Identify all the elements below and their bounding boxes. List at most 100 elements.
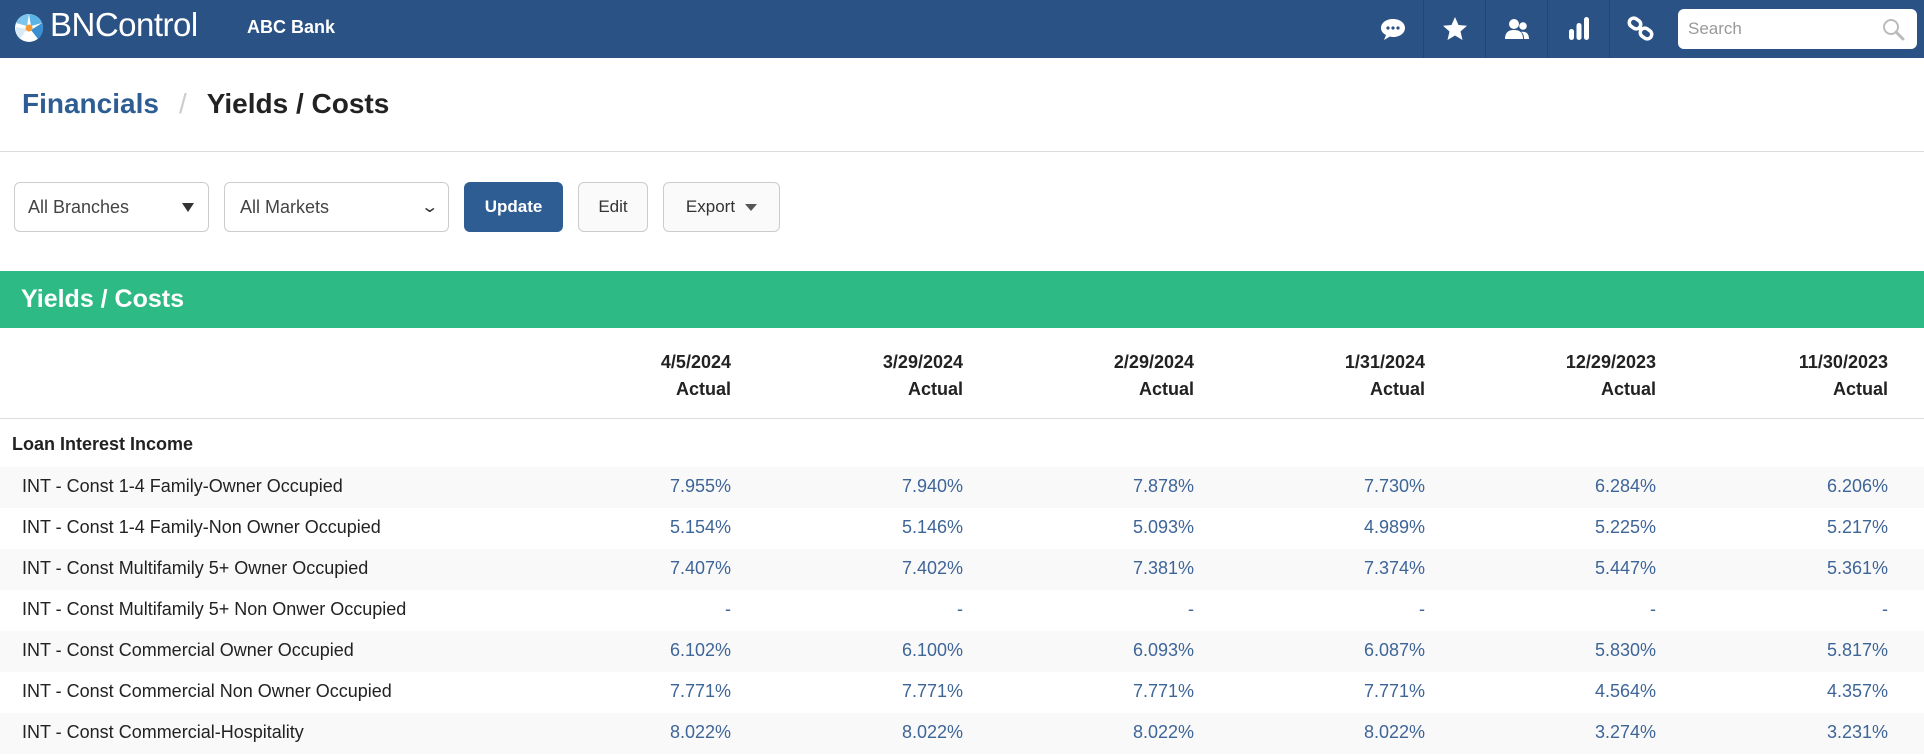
- row-label: INT - Const 1-4 Family-Owner Occupied: [22, 476, 343, 497]
- caret-down-icon: [745, 204, 757, 211]
- chevron-down-icon: ⌄: [420, 197, 439, 217]
- column-header[interactable]: 4/5/2024Actual: [531, 349, 731, 403]
- brand-name[interactable]: BNControl: [50, 6, 198, 44]
- row-value[interactable]: -: [1688, 599, 1888, 620]
- row-value[interactable]: 4.564%: [1456, 681, 1656, 702]
- markets-select[interactable]: All Markets ⌄: [224, 182, 449, 232]
- section-title: Loan Interest Income: [12, 434, 193, 455]
- search-box: [1678, 9, 1917, 49]
- row-value[interactable]: 7.771%: [763, 681, 963, 702]
- table-row: INT - Const Multifamily 5+ Owner Occupie…: [0, 549, 1924, 590]
- breadcrumb-financials-link[interactable]: Financials: [22, 88, 159, 120]
- column-date: 1/31/2024: [1225, 349, 1425, 376]
- row-value[interactable]: 8.022%: [994, 722, 1194, 743]
- chat-icon: [1378, 14, 1408, 44]
- row-value[interactable]: 7.955%: [531, 476, 731, 497]
- row-value[interactable]: 7.374%: [1225, 558, 1425, 579]
- table-header-divider: [0, 418, 1924, 419]
- row-value[interactable]: 6.100%: [763, 640, 963, 661]
- column-date: 12/29/2023: [1456, 349, 1656, 376]
- users-button[interactable]: [1486, 0, 1548, 58]
- row-value[interactable]: 6.093%: [994, 640, 1194, 661]
- panel-header: Yields / Costs: [0, 271, 1924, 328]
- row-value[interactable]: 7.771%: [994, 681, 1194, 702]
- star-icon: [1440, 14, 1470, 44]
- row-value[interactable]: 7.771%: [1225, 681, 1425, 702]
- row-value[interactable]: 3.231%: [1688, 722, 1888, 743]
- column-type: Actual: [763, 376, 963, 403]
- column-type: Actual: [1225, 376, 1425, 403]
- column-header[interactable]: 11/30/2023Actual: [1688, 349, 1888, 403]
- column-header[interactable]: 12/29/2023Actual: [1456, 349, 1656, 403]
- table-row: INT - Const Commercial Owner Occupied 6.1…: [0, 631, 1924, 672]
- row-label: INT - Const Commercial Owner Occupied: [22, 640, 354, 661]
- row-value[interactable]: 8.022%: [531, 722, 731, 743]
- breadcrumb: Financials / Yields / Costs: [22, 88, 389, 120]
- table-row: INT - Const Commercial-Hospitality 8.022%…: [0, 713, 1924, 754]
- row-value[interactable]: 5.217%: [1688, 517, 1888, 538]
- row-value[interactable]: 7.381%: [994, 558, 1194, 579]
- row-value[interactable]: -: [994, 599, 1194, 620]
- column-header[interactable]: 1/31/2024Actual: [1225, 349, 1425, 403]
- caret-down-icon: [182, 203, 194, 212]
- row-value[interactable]: 7.730%: [1225, 476, 1425, 497]
- row-value[interactable]: 5.447%: [1456, 558, 1656, 579]
- row-value[interactable]: 7.402%: [763, 558, 963, 579]
- top-nav-bar: BNControl ABC Bank: [0, 0, 1924, 58]
- row-value[interactable]: 7.771%: [531, 681, 731, 702]
- table-row: INT - Const 1-4 Family-Non Owner Occupie…: [0, 508, 1924, 549]
- row-value[interactable]: 7.878%: [994, 476, 1194, 497]
- branches-select[interactable]: All Branches: [14, 182, 209, 232]
- column-date: 4/5/2024: [531, 349, 731, 376]
- edit-button[interactable]: Edit: [578, 182, 648, 232]
- row-value[interactable]: 8.022%: [763, 722, 963, 743]
- column-type: Actual: [1688, 376, 1888, 403]
- row-value[interactable]: 3.274%: [1456, 722, 1656, 743]
- row-value[interactable]: 6.284%: [1456, 476, 1656, 497]
- breadcrumb-separator: /: [179, 88, 187, 120]
- row-value[interactable]: 4.989%: [1225, 517, 1425, 538]
- link-icon: [1626, 14, 1656, 44]
- row-value[interactable]: 8.022%: [1225, 722, 1425, 743]
- row-value[interactable]: 5.817%: [1688, 640, 1888, 661]
- branches-select-value: All Branches: [28, 197, 129, 218]
- row-value[interactable]: -: [1225, 599, 1425, 620]
- row-value[interactable]: -: [763, 599, 963, 620]
- divider: [0, 151, 1924, 152]
- users-icon: [1502, 14, 1532, 44]
- row-value[interactable]: 5.830%: [1456, 640, 1656, 661]
- row-value[interactable]: 5.154%: [531, 517, 731, 538]
- row-label: INT - Const Multifamily 5+ Non Onwer Occ…: [22, 599, 406, 620]
- bncontrol-logo-icon: [14, 13, 44, 43]
- column-date: 2/29/2024: [994, 349, 1194, 376]
- update-button[interactable]: Update: [464, 182, 563, 232]
- row-label: INT - Const Commercial-Hospitality: [22, 722, 304, 743]
- row-value[interactable]: 6.087%: [1225, 640, 1425, 661]
- row-label: INT - Const 1-4 Family-Non Owner Occupie…: [22, 517, 381, 538]
- search-input[interactable]: [1688, 9, 1868, 49]
- row-value[interactable]: -: [1456, 599, 1656, 620]
- row-label: INT - Const Multifamily 5+ Owner Occupie…: [22, 558, 368, 579]
- row-value[interactable]: 6.102%: [531, 640, 731, 661]
- reports-button[interactable]: [1548, 0, 1610, 58]
- panel-title: Yields / Costs: [21, 285, 184, 314]
- row-value[interactable]: 5.225%: [1456, 517, 1656, 538]
- favorites-button[interactable]: [1424, 0, 1486, 58]
- search-icon[interactable]: [1881, 17, 1905, 41]
- row-value[interactable]: 5.146%: [763, 517, 963, 538]
- column-type: Actual: [531, 376, 731, 403]
- messages-button[interactable]: [1362, 0, 1424, 58]
- row-value[interactable]: 6.206%: [1688, 476, 1888, 497]
- column-header[interactable]: 2/29/2024Actual: [994, 349, 1194, 403]
- row-value[interactable]: -: [531, 599, 731, 620]
- bar-chart-icon: [1564, 14, 1594, 44]
- row-value[interactable]: 7.407%: [531, 558, 731, 579]
- links-button[interactable]: [1610, 0, 1672, 58]
- row-value[interactable]: 5.093%: [994, 517, 1194, 538]
- row-value[interactable]: 5.361%: [1688, 558, 1888, 579]
- markets-select-value: All Markets: [240, 197, 329, 218]
- row-value[interactable]: 7.940%: [763, 476, 963, 497]
- row-value[interactable]: 4.357%: [1688, 681, 1888, 702]
- export-button[interactable]: Export: [663, 182, 780, 232]
- column-header[interactable]: 3/29/2024Actual: [763, 349, 963, 403]
